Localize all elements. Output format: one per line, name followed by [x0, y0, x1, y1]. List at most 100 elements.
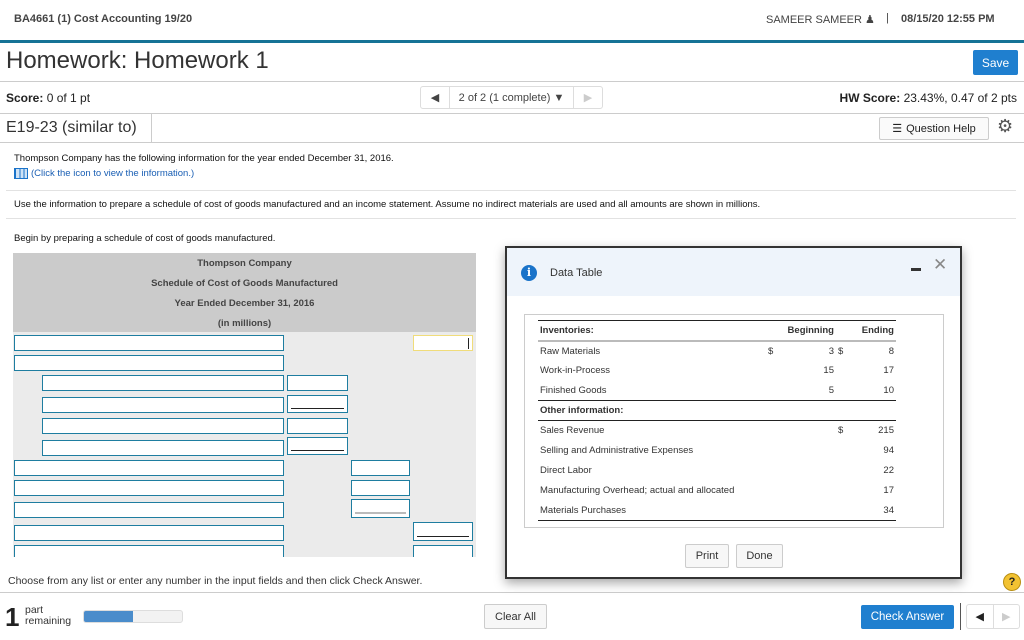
row-value: 17: [883, 485, 894, 496]
done-button[interactable]: Done: [736, 544, 783, 568]
row-value: 94: [883, 445, 894, 456]
divider: [6, 190, 1016, 191]
table-row: Work-in-Process 15 17: [538, 361, 896, 381]
hw-score: HW Score: 23.43%, 0.47 of 2 pts: [840, 91, 1017, 105]
table-row: Direct Labor 22: [538, 461, 896, 481]
save-button[interactable]: Save: [973, 50, 1018, 75]
hw-score-label: HW Score:: [839, 91, 901, 105]
row-value: 34: [856, 500, 896, 521]
label-input[interactable]: [14, 545, 284, 557]
label-input[interactable]: [14, 525, 284, 541]
amount-input[interactable]: [413, 545, 473, 557]
label-input[interactable]: [14, 460, 284, 476]
label-input[interactable]: [14, 355, 284, 371]
amount-input[interactable]: [287, 418, 348, 434]
header-bar: [0, 40, 1024, 43]
amount-input[interactable]: [413, 522, 473, 541]
table-row: Manufacturing Overhead; actual and alloc…: [538, 481, 896, 501]
schedule-units: (in millions): [217, 318, 272, 329]
question-help-label: Question Help: [906, 122, 976, 135]
question-select[interactable]: 2 of 2 (1 complete) ▼: [449, 87, 574, 108]
help-icon[interactable]: ?: [1003, 573, 1021, 591]
question-navigator: ◀ 2 of 2 (1 complete) ▼ ▶: [420, 86, 603, 109]
currency-symbol: $: [838, 425, 844, 437]
amount-input[interactable]: [413, 335, 473, 351]
divider: [0, 113, 1024, 114]
course-title: BA4661 (1) Cost Accounting 19/20: [14, 13, 193, 25]
table-row: Finished Goods 5 10: [538, 380, 896, 401]
row-label: Work-in-Process: [540, 365, 611, 376]
row-label: Manufacturing Overhead; actual and alloc…: [540, 485, 735, 496]
close-icon[interactable]: ✕: [933, 255, 947, 275]
prev-icon[interactable]: ◀: [967, 605, 993, 628]
other-header: Other information:: [538, 400, 896, 421]
page-title: Homework: Homework 1: [6, 47, 269, 74]
data-table: Inventories: Beginning Ending Raw Materi…: [538, 320, 896, 521]
schedule-period: Year Ended December 31, 2016: [174, 298, 315, 309]
inventories-header: Inventories:: [538, 320, 755, 342]
row-label: Finished Goods: [538, 380, 755, 401]
divider: [6, 218, 1016, 219]
label-input[interactable]: [42, 418, 284, 434]
amount-input[interactable]: [287, 375, 348, 391]
info-link-text[interactable]: (Click the icon to view the information.…: [31, 168, 194, 179]
clear-all-button[interactable]: Clear All: [484, 604, 547, 629]
table-header-row: Inventories: Beginning Ending: [538, 320, 896, 342]
dialog-title: Data Table: [550, 267, 603, 279]
parts-count: 1: [5, 602, 20, 632]
part-navigator: ◀ ▶: [966, 604, 1020, 629]
amount-input[interactable]: [287, 395, 348, 413]
question-help-button[interactable]: ☰ Question Help: [879, 117, 989, 140]
prev-question-icon[interactable]: ◀: [421, 91, 449, 104]
row-label: Selling and Administrative Expenses: [540, 445, 694, 456]
ending-header: Ending: [836, 320, 896, 342]
row-label: Sales Revenue: [540, 425, 605, 437]
schedule-body: [13, 332, 476, 557]
user-icon: ♟: [865, 14, 875, 26]
ending-value: 8: [888, 345, 894, 357]
score-label: Score:: [6, 91, 44, 105]
amount-input[interactable]: [351, 499, 410, 518]
table-row: Selling and Administrative Expenses 94: [538, 441, 896, 461]
user-name[interactable]: SAMEER SAMEER ♟: [766, 13, 875, 26]
info-link[interactable]: (Click the icon to view the information.…: [14, 168, 194, 179]
check-answer-button[interactable]: Check Answer: [861, 605, 954, 629]
label-input[interactable]: [42, 375, 284, 391]
divider: [0, 142, 1024, 143]
currency-symbol: $: [768, 345, 774, 357]
header-separator: |: [886, 12, 889, 24]
datetime: 08/15/20 12:55 PM: [901, 13, 995, 25]
data-table-dialog: i Data Table ✕ Inventories: Beginning En…: [505, 246, 962, 579]
table-icon[interactable]: [14, 168, 28, 179]
row-label: Materials Purchases: [538, 500, 856, 521]
amount-input[interactable]: [351, 480, 410, 496]
row-label: Direct Labor: [540, 465, 592, 476]
dropdown-arrow-icon: ▼: [553, 91, 565, 104]
table-row: Raw Materials $ 3 $ 8: [538, 341, 896, 361]
label-input[interactable]: [14, 502, 284, 518]
label-input[interactable]: [14, 335, 284, 351]
instructions: Use the information to prepare a schedul…: [14, 199, 761, 210]
print-button[interactable]: Print: [685, 544, 729, 568]
gear-icon[interactable]: ⚙: [997, 116, 1013, 137]
parts-label-2: remaining: [25, 615, 72, 627]
progress-fill: [84, 611, 133, 622]
divider: [151, 114, 152, 142]
currency-symbol: $: [838, 345, 844, 357]
next-icon[interactable]: ▶: [992, 605, 1020, 628]
row-label: Raw Materials: [540, 345, 601, 357]
schedule-header: Thompson Company Schedule of Cost of Goo…: [13, 253, 476, 332]
beginning-header: Beginning: [766, 320, 836, 342]
next-question-icon[interactable]: ▶: [574, 91, 602, 104]
label-input[interactable]: [42, 397, 284, 413]
beginning-value: 15: [823, 365, 834, 376]
minimize-icon[interactable]: [911, 268, 921, 271]
table-row: Materials Purchases 34: [538, 500, 896, 521]
amount-input[interactable]: [287, 437, 348, 455]
label-input[interactable]: [14, 480, 284, 496]
progress-bar: [83, 610, 183, 623]
beginning-value: 3: [828, 345, 834, 357]
amount-input[interactable]: [351, 460, 410, 476]
schedule-title: Schedule of Cost of Goods Manufactured: [151, 278, 338, 289]
label-input[interactable]: [42, 440, 284, 456]
